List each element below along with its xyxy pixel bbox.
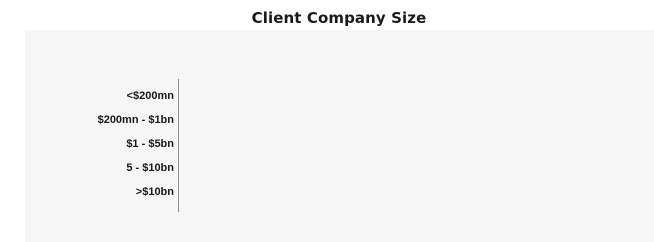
category-label: $200mn - $1bn — [97, 114, 174, 126]
category-label: 5 - $10bn — [126, 162, 174, 174]
chart-title: Client Company Size — [251, 9, 427, 27]
chart-panel — [25, 30, 654, 242]
category-label: <$200mn — [126, 90, 174, 102]
category-label: >$10bn — [135, 186, 174, 198]
category-label: $1 - $5bn — [126, 138, 174, 150]
y-axis-line — [178, 79, 179, 212]
